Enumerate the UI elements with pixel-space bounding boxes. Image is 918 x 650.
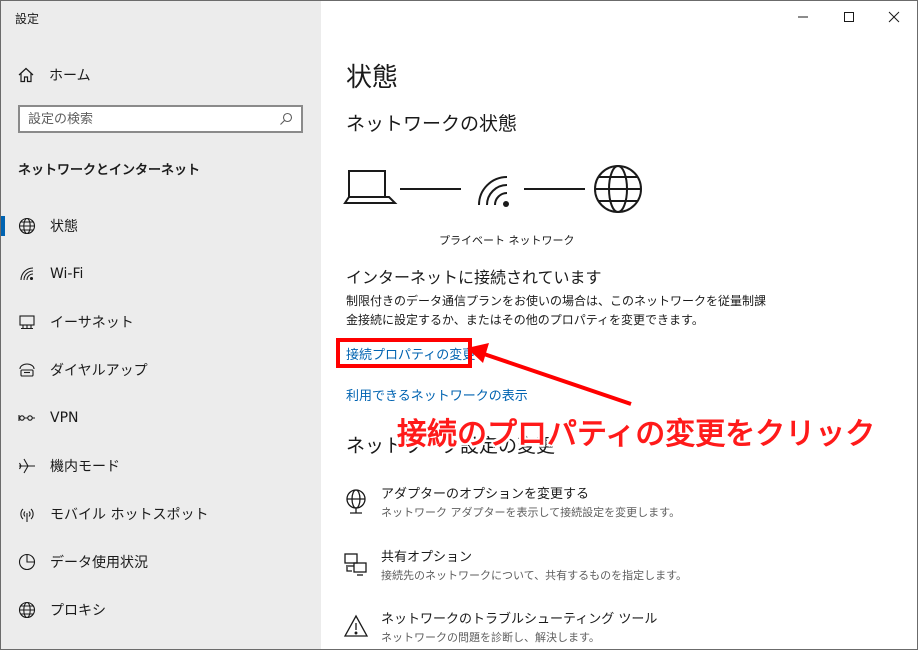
adapter-icon [346, 489, 366, 514]
sidebar-item-label: データ使用状況 [50, 555, 148, 571]
sharing-options-item[interactable]: 共有オプション 接続先のネットワークについて、共有するものを指定します。 [343, 549, 863, 589]
sidebar-item-label: イーサネット [50, 315, 134, 331]
sidebar-item-label: VPN [50, 410, 79, 426]
option-subtitle: ネットワーク アダプターを表示して接続設定を変更します。 [381, 506, 681, 519]
sidebar-item-label: ダイヤルアップ [50, 363, 148, 379]
sidebar-item-wifi[interactable]: Wi-Fi [1, 250, 321, 298]
sidebar-item-data-usage[interactable]: データ使用状況 [1, 538, 321, 586]
dialup-icon [19, 363, 35, 377]
sidebar-item-hotspot[interactable]: モバイル ホットスポット [1, 490, 321, 538]
option-subtitle: 接続先のネットワークについて、共有するものを指定します。 [381, 569, 688, 582]
home-icon [18, 67, 34, 83]
vpn-icon [18, 415, 35, 421]
troubleshooter-item[interactable]: ネットワークのトラブルシューティング ツール ネットワークの問題を診断し、解決し… [343, 611, 863, 649]
search-box[interactable] [18, 105, 303, 133]
sidebar-item-dialup[interactable]: ダイヤルアップ [1, 346, 321, 394]
sidebar-item-airplane[interactable]: 機内モード [1, 442, 321, 490]
wifi-icon [478, 176, 509, 207]
network-status-heading: ネットワークの状態 [346, 113, 518, 135]
sidebar-item-label: Wi-Fi [50, 266, 84, 282]
search-input[interactable] [28, 111, 279, 127]
sidebar-item-home[interactable]: ホーム [17, 63, 91, 87]
sidebar-item-status[interactable]: 状態 [1, 202, 321, 250]
sidebar-item-ethernet[interactable]: イーサネット [1, 298, 321, 346]
annotation-text: 接続のプロパティの変更をクリック [397, 417, 876, 452]
wifi-icon [20, 267, 34, 281]
globe-icon [18, 217, 36, 235]
sidebar-item-label: モバイル ホットスポット [50, 507, 209, 523]
app-title: 設定 [15, 12, 40, 26]
hotspot-icon [20, 508, 34, 522]
settings-window: 設定 ホーム ネットワークとインターネット 状態 [0, 0, 918, 650]
main-content: 状態 ネットワークの状態 プライベート ネットワーク インターネットに接続されて… [321, 1, 917, 649]
sidebar-item-proxy[interactable]: プロキシ [1, 586, 321, 634]
status-description: 制限付きのデータ通信プランをお使いの場合は、このネットワークを従量制課金接続に設… [346, 294, 767, 327]
sidebar-item-label: 状態 [50, 219, 78, 235]
page-title: 状態 [346, 63, 399, 93]
sidebar-nav: 状態 Wi-Fi イーサネット ダイヤルアップ VPN 機内モード モバイル ホ… [1, 202, 321, 634]
search-icon[interactable] [279, 112, 293, 126]
sidebar: 設定 ホーム ネットワークとインターネット 状態 [1, 1, 321, 649]
option-title: 共有オプション [381, 550, 473, 565]
globe-icon [594, 165, 642, 213]
globe-icon [18, 601, 36, 619]
section-heading: ネットワークとインターネット [18, 163, 201, 178]
change-connection-properties-link[interactable]: 接続プロパティの変更 [346, 344, 475, 363]
adapter-options-item[interactable]: アダプターのオプションを変更する ネットワーク アダプターを表示して接続設定を変… [343, 486, 863, 526]
option-subtitle: ネットワークの問題を診断し、解決します。 [381, 631, 600, 644]
airplane-icon [19, 458, 35, 474]
network-diagram [343, 165, 642, 213]
ethernet-icon [19, 315, 35, 330]
connection-status: インターネットに接続されています [346, 268, 602, 287]
sharing-icon [344, 553, 367, 576]
network-label: プライベート ネットワーク [439, 234, 575, 247]
show-available-networks-link[interactable]: 利用できるネットワークの表示 [346, 385, 528, 404]
sidebar-item-label: プロキシ [50, 603, 106, 619]
sidebar-item-vpn[interactable]: VPN [1, 394, 321, 442]
warning-icon [343, 614, 369, 637]
sidebar-item-label: 機内モード [50, 459, 120, 475]
data-usage-icon [18, 553, 36, 571]
option-title: ネットワークのトラブルシューティング ツール [381, 612, 658, 627]
laptop-icon [343, 170, 398, 204]
option-title: アダプターのオプションを変更する [381, 487, 590, 502]
sidebar-item-label: ホーム [49, 68, 91, 84]
